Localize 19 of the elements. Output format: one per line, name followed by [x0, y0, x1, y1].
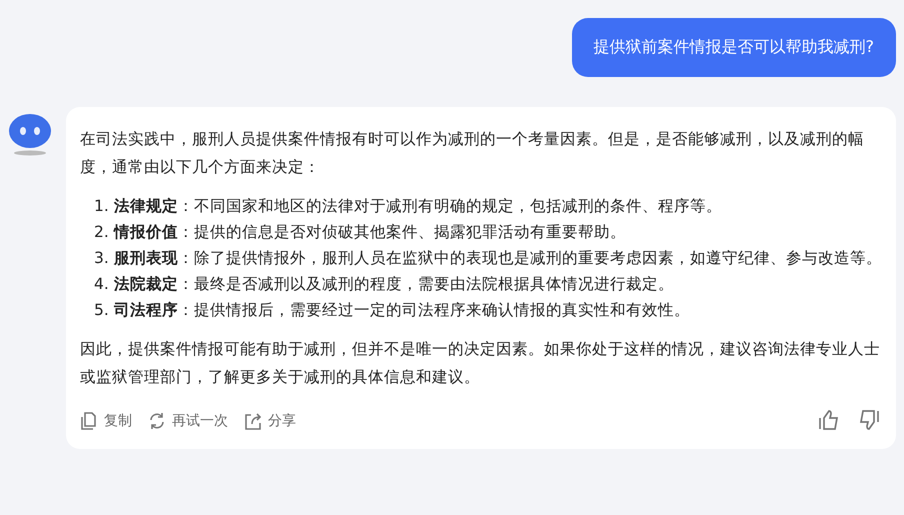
share-icon: [244, 412, 262, 430]
action-button[interactable]: 再试一次: [148, 405, 228, 437]
answer-paragraph: 因此，提供案件情报可能有助于减刑，但并不是唯一的决定因素。如果你处于这样的情况，建议咨询法律专业人士或监狱管理部门，了解更多关于减刑的具体信息和建议。: [80, 339, 881, 388]
list-item-text: 法院裁定：最终是否减刑以及减刑的程度，需要由法院根据具体情况进行裁定。: [114, 274, 674, 295]
copy-icon: [80, 412, 98, 430]
refresh-icon: [148, 412, 166, 430]
user-message: 提供狱前案件情报是否可以帮助我减刑?: [572, 18, 896, 77]
list-number: 3.: [94, 248, 108, 269]
list-item-text: 法律规定：不同国家和地区的法律对于减刑有明确的规定，包括减刑的条件、程序等。: [114, 196, 722, 217]
action-button[interactable]: 分享: [244, 405, 296, 437]
list-item-text: 服刑表现：除了提供情报外，服刑人员在监狱中的表现也是减刑的重要考虑因素，如遵守纪律、参与改造等。: [114, 248, 882, 269]
answer-paragraph: 在司法实践中，服刑人员提供案件情报有时可以作为减刑的一个考量因素。但是，是否能够减刑，以及减刑的幅度，通常由以下几个方面来决定：: [80, 129, 865, 178]
list-number: 1.: [94, 196, 108, 217]
list-number: 5.: [94, 300, 108, 321]
list-number: 4.: [94, 274, 108, 295]
action-button[interactable]: 复制: [80, 405, 132, 437]
list-number: 2.: [94, 222, 108, 243]
list-item-text: 情报价值：提供的信息是否对侦破其他案件、揭露犯罪活动有重要帮助。: [114, 222, 626, 243]
list-item-text: 司法程序：提供情报后，需要经过一定的司法程序来确认情报的真实性和有效性。: [114, 300, 690, 321]
